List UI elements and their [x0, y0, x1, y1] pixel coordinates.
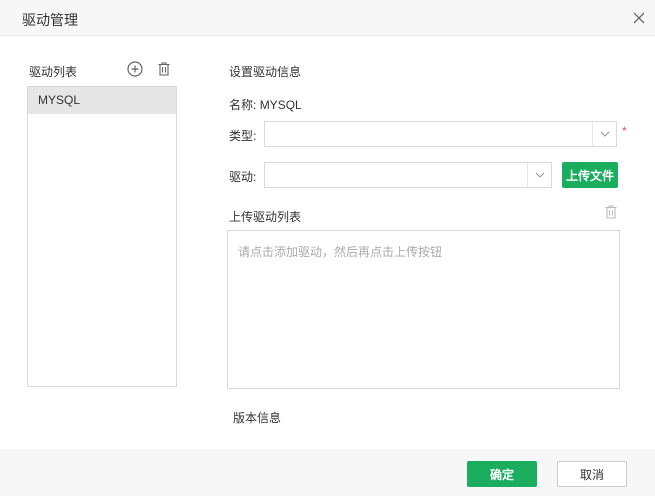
add-driver-icon[interactable] [126, 60, 144, 78]
delete-driver-icon[interactable] [155, 60, 173, 78]
driver-name-value: MYSQL [259, 98, 302, 112]
cancel-button[interactable]: 取消 [557, 461, 627, 487]
close-icon[interactable] [630, 9, 648, 27]
driver-name-row: 名称: MYSQL [229, 96, 302, 113]
driver-list-title: 驱动列表 [29, 65, 78, 79]
driver-name-label: 名称: [229, 98, 257, 112]
driver-info-title: 设置驱动信息 [229, 65, 302, 79]
driver-list: MYSQL [27, 86, 177, 387]
driver-select[interactable] [264, 162, 552, 188]
dialog-title: 驱动管理 [22, 12, 78, 28]
driver-list-item-mysql[interactable]: MYSQL [28, 87, 176, 114]
dialog-header: 驱动管理 [0, 0, 655, 36]
trash-icon[interactable] [603, 204, 619, 220]
dialog-footer: 确定 取消 [0, 449, 655, 496]
upload-placeholder: 请点击添加驱动，然后再点击上传按钮 [238, 245, 443, 259]
version-info-label: 版本信息 [233, 411, 282, 425]
chevron-down-icon[interactable] [527, 163, 551, 187]
type-select[interactable] [264, 121, 617, 147]
upload-driver-list[interactable]: 请点击添加驱动，然后再点击上传按钮 [227, 230, 620, 389]
upload-file-button[interactable]: 上传文件 [562, 162, 618, 188]
chevron-down-icon[interactable] [592, 122, 616, 146]
upload-list-title: 上传驱动列表 [229, 210, 302, 224]
type-label: 类型: [229, 129, 257, 143]
required-mark: * [622, 124, 627, 138]
driver-label: 驱动: [229, 170, 257, 184]
driver-management-dialog: 驱动管理 驱动列表 MYSQL 设置驱动信息 名称: MYSQL 类型: * 驱… [0, 0, 655, 496]
ok-button[interactable]: 确定 [467, 461, 537, 487]
